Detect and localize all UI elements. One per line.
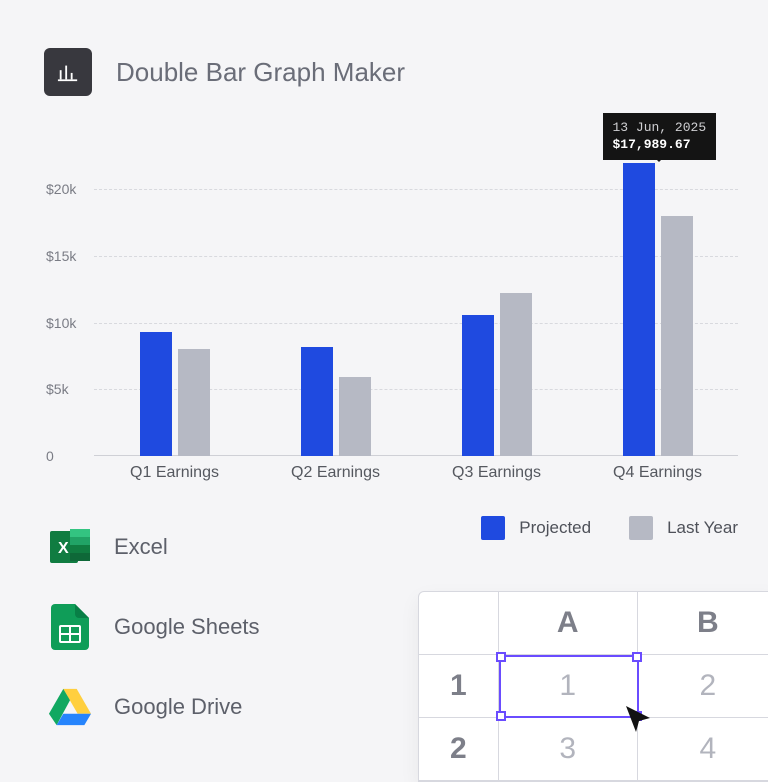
row-header-1[interactable]: 1 [419,655,499,718]
integrations-list: X Excel Google Sheets Google Drive [48,525,260,729]
bar-last-year-1[interactable] [339,377,371,456]
integration-label: Google Sheets [114,614,260,640]
integration-gdrive[interactable]: Google Drive [48,685,260,729]
row-header-2[interactable]: 2 [419,718,499,781]
svg-text:X: X [58,540,69,557]
header: Double Bar Graph Maker [0,0,768,108]
y-tick-label: $5k [46,381,86,397]
excel-icon: X [48,525,92,569]
legend-swatch [629,516,653,540]
bar-last-year-2[interactable] [500,293,532,456]
y-tick-label: 0 [46,448,86,464]
integration-label: Google Drive [114,694,242,720]
gsheets-icon [48,605,92,649]
cursor-icon [624,704,654,739]
y-tick-label: $10k [46,315,86,331]
y-tick-label: $15k [46,248,86,264]
bar-projected-3[interactable] [623,163,655,456]
cell-B2[interactable]: 4 [638,718,768,781]
bar-projected-2[interactable] [462,315,494,456]
gdrive-icon [48,685,92,729]
legend-label: Projected [519,518,591,538]
col-header-B[interactable]: B [638,592,768,655]
plot-area: 0$5k$10k$15k$20k [94,156,738,456]
x-category-label: Q2 Earnings [291,464,380,482]
x-axis-labels: Q1 Earnings Q2 Earnings Q3 Earnings Q4 Earn… [94,464,738,486]
x-category-label: Q1 Earnings [130,464,219,482]
bar-last-year-0[interactable] [178,349,210,456]
double-bar-chart[interactable]: 0$5k$10k$15k$20k Q1 EarningsQ2 EarningsQ… [44,108,748,508]
y-tick-label: $20k [46,181,86,197]
cell-A2[interactable]: 3 [499,718,638,781]
col-header-A[interactable]: A [499,592,638,655]
page-title: Double Bar Graph Maker [116,57,405,88]
bar-last-year-3[interactable] [661,216,693,456]
sheet-corner[interactable] [419,592,499,655]
integration-label: Excel [114,534,168,560]
bar-projected-0[interactable] [140,332,172,456]
legend-label: Last Year [667,518,738,538]
integration-excel[interactable]: X Excel [48,525,260,569]
tooltip-date: 13 Jun, 2025 [613,120,707,135]
chart-tooltip: 13 Jun, 2025 $17,989.67 [603,113,717,160]
spreadsheet-preview[interactable]: AB112234 [418,591,768,782]
cell-B1[interactable]: 2 [638,655,768,718]
tooltip-value: $17,989.67 [613,137,691,152]
bar-chart-icon [44,48,92,96]
integration-gsheets[interactable]: Google Sheets [48,605,260,649]
legend-swatch [481,516,505,540]
x-category-label: Q3 Earnings [452,464,541,482]
legend-item-projected[interactable]: Projected [481,516,591,540]
bar-projected-1[interactable] [301,347,333,456]
cell-A1[interactable]: 1 [499,655,638,718]
legend-item-last-year[interactable]: Last Year [629,516,738,540]
x-category-label: Q4 Earnings [613,464,702,482]
